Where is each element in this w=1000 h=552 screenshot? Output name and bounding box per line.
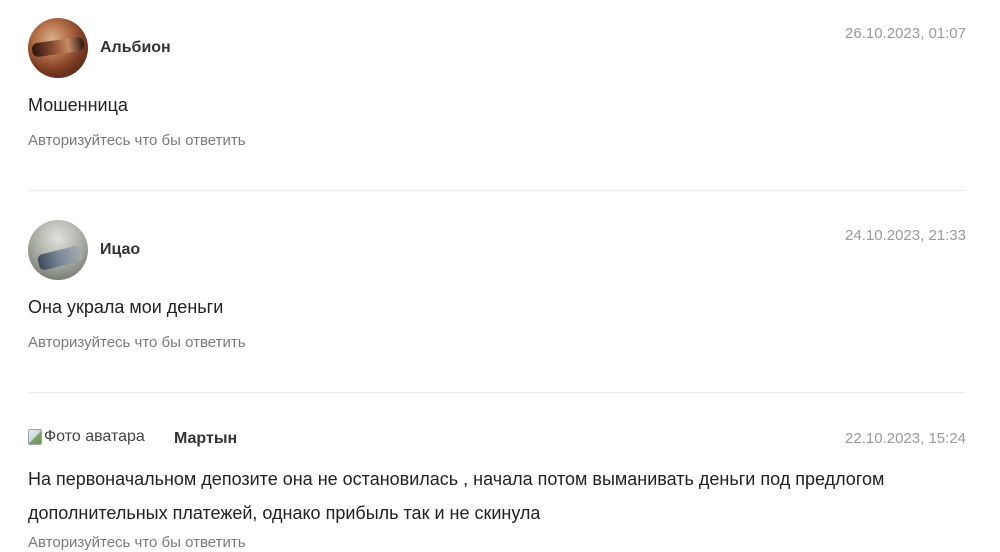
avatar-broken-image: Фото аватара [28,428,145,446]
reply-link[interactable]: Авторизуйтесь что бы ответить [28,534,246,551]
comment-item: Альбион 26.10.2023, 01:07 Мошенница Авто… [28,18,966,150]
comment-header: Альбион 26.10.2023, 01:07 [28,18,966,80]
divider [28,392,966,393]
comments-list: Альбион 26.10.2023, 01:07 Мошенница Авто… [0,0,1000,552]
reply-link[interactable]: Авторизуйтесь что бы ответить [28,132,246,149]
reply-link[interactable]: Авторизуйтесь что бы ответить [28,334,246,351]
avatar [28,18,88,78]
comment-header: Ицао 24.10.2023, 21:33 [28,220,966,282]
comment-author: Мартын [174,430,238,447]
comment-author: Ицао [100,241,141,258]
comment-date: 22.10.2023, 15:24 [845,430,966,447]
avatar-alt-text: Фото аватара [44,428,145,445]
comment-text: На первоначальном депозите она не остано… [28,469,885,523]
avatar [28,220,88,280]
broken-image-icon [28,429,42,445]
comment-header: Фото аватара Мартын 22.10.2023, 15:24 [28,424,966,452]
comment-date: 24.10.2023, 21:33 [845,227,966,244]
comment-item: Фото аватара Мартын 22.10.2023, 15:24 На… [28,424,966,552]
comment-text: Она украла мои деньги [28,297,224,317]
comment-item: Ицао 24.10.2023, 21:33 Она украла мои де… [28,220,966,352]
comment-text: Мошенница [28,95,128,115]
comment-author: Альбион [100,39,171,56]
comment-date: 26.10.2023, 01:07 [845,25,966,42]
divider [28,190,966,191]
